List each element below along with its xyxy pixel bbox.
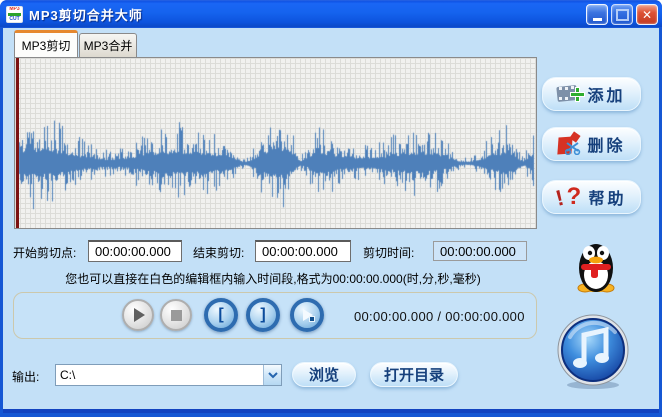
tab-mp3-cut[interactable]: MP3剪切 <box>14 30 78 57</box>
client-area: MP3剪切 MP3合并 开始剪切点: 结束剪切: 剪切时间: 00:00:00.… <box>3 28 659 413</box>
browse-button-label: 浏览 <box>308 367 339 384</box>
cut-duration-label: 剪切时间: <box>363 246 415 260</box>
end-cut-input[interactable] <box>255 240 351 262</box>
browse-button[interactable]: 浏览 <box>292 362 356 387</box>
stop-icon <box>170 309 182 321</box>
music-note-icon[interactable] <box>554 313 632 391</box>
player-panel: [ ] 00:00:00.000 / 00:00:00.000 <box>13 292 537 339</box>
app-icon-mp3-text: MP3 <box>9 5 20 12</box>
output-path-value: C:\ <box>60 368 76 382</box>
titlebar: MP3 CUT MP3剪切合并大师 ✕ <box>0 0 662 28</box>
app-window: MP3 CUT MP3剪切合并大师 ✕ MP3剪切 MP3合并 开始剪切点: 结… <box>0 0 662 417</box>
waveform-canvas <box>15 58 536 228</box>
play-selection-mini-square <box>309 316 315 322</box>
mark-end-button[interactable]: ] <box>246 298 280 332</box>
window-title: MP3剪切合并大师 <box>29 7 143 23</box>
app-icon: MP3 CUT <box>6 5 23 23</box>
add-button-label: 添加 <box>587 88 626 105</box>
delete-button[interactable]: 删除 <box>542 127 641 161</box>
close-button[interactable]: ✕ <box>636 4 658 25</box>
play-selection-button[interactable] <box>290 298 324 332</box>
app-icon-cut-text: CUT <box>9 15 20 22</box>
tab-mp3-merge[interactable]: MP3合并 <box>79 33 137 57</box>
delete-button-label: 删除 <box>587 138 626 155</box>
add-film-icon <box>556 84 586 103</box>
bracket-open-icon: [ <box>218 306 224 323</box>
hint-text: 您也可以直接在白色的编辑框内输入时间段,格式为00:00:00.000(时,分,… <box>65 272 481 286</box>
play-button[interactable] <box>122 299 154 331</box>
start-cut-input[interactable] <box>88 240 182 262</box>
output-path-combobox[interactable]: C:\ <box>55 364 282 386</box>
help-button[interactable]: !? 帮助 <box>542 180 641 214</box>
add-button[interactable]: 添加 <box>542 77 641 111</box>
play-icon <box>134 308 145 322</box>
end-cut-label: 结束剪切: <box>193 246 245 260</box>
stop-button[interactable] <box>160 299 192 331</box>
output-label: 输出: <box>12 370 40 384</box>
open-directory-button[interactable]: 打开目录 <box>370 362 458 387</box>
maximize-button[interactable] <box>611 4 633 25</box>
qq-penguin-icon[interactable] <box>574 241 618 294</box>
mark-start-button[interactable]: [ <box>204 298 238 332</box>
chevron-down-icon <box>267 372 278 379</box>
delete-scissors-icon <box>557 131 582 155</box>
open-directory-button-label: 打开目录 <box>383 367 444 384</box>
help-button-label: 帮助 <box>588 191 627 208</box>
start-cut-label: 开始剪切点: <box>13 246 77 260</box>
player-time-display: 00:00:00.000 / 00:00:00.000 <box>354 309 525 324</box>
window-controls: ✕ <box>586 4 658 25</box>
combobox-dropdown-button[interactable] <box>263 365 281 385</box>
waveform-cursor[interactable] <box>16 58 19 228</box>
minimize-button[interactable] <box>586 4 608 25</box>
help-icon: !? <box>553 183 585 211</box>
waveform-display[interactable] <box>14 57 537 229</box>
cut-duration-value: 00:00:00.000 <box>433 241 527 261</box>
bracket-close-icon: ] <box>260 306 266 323</box>
